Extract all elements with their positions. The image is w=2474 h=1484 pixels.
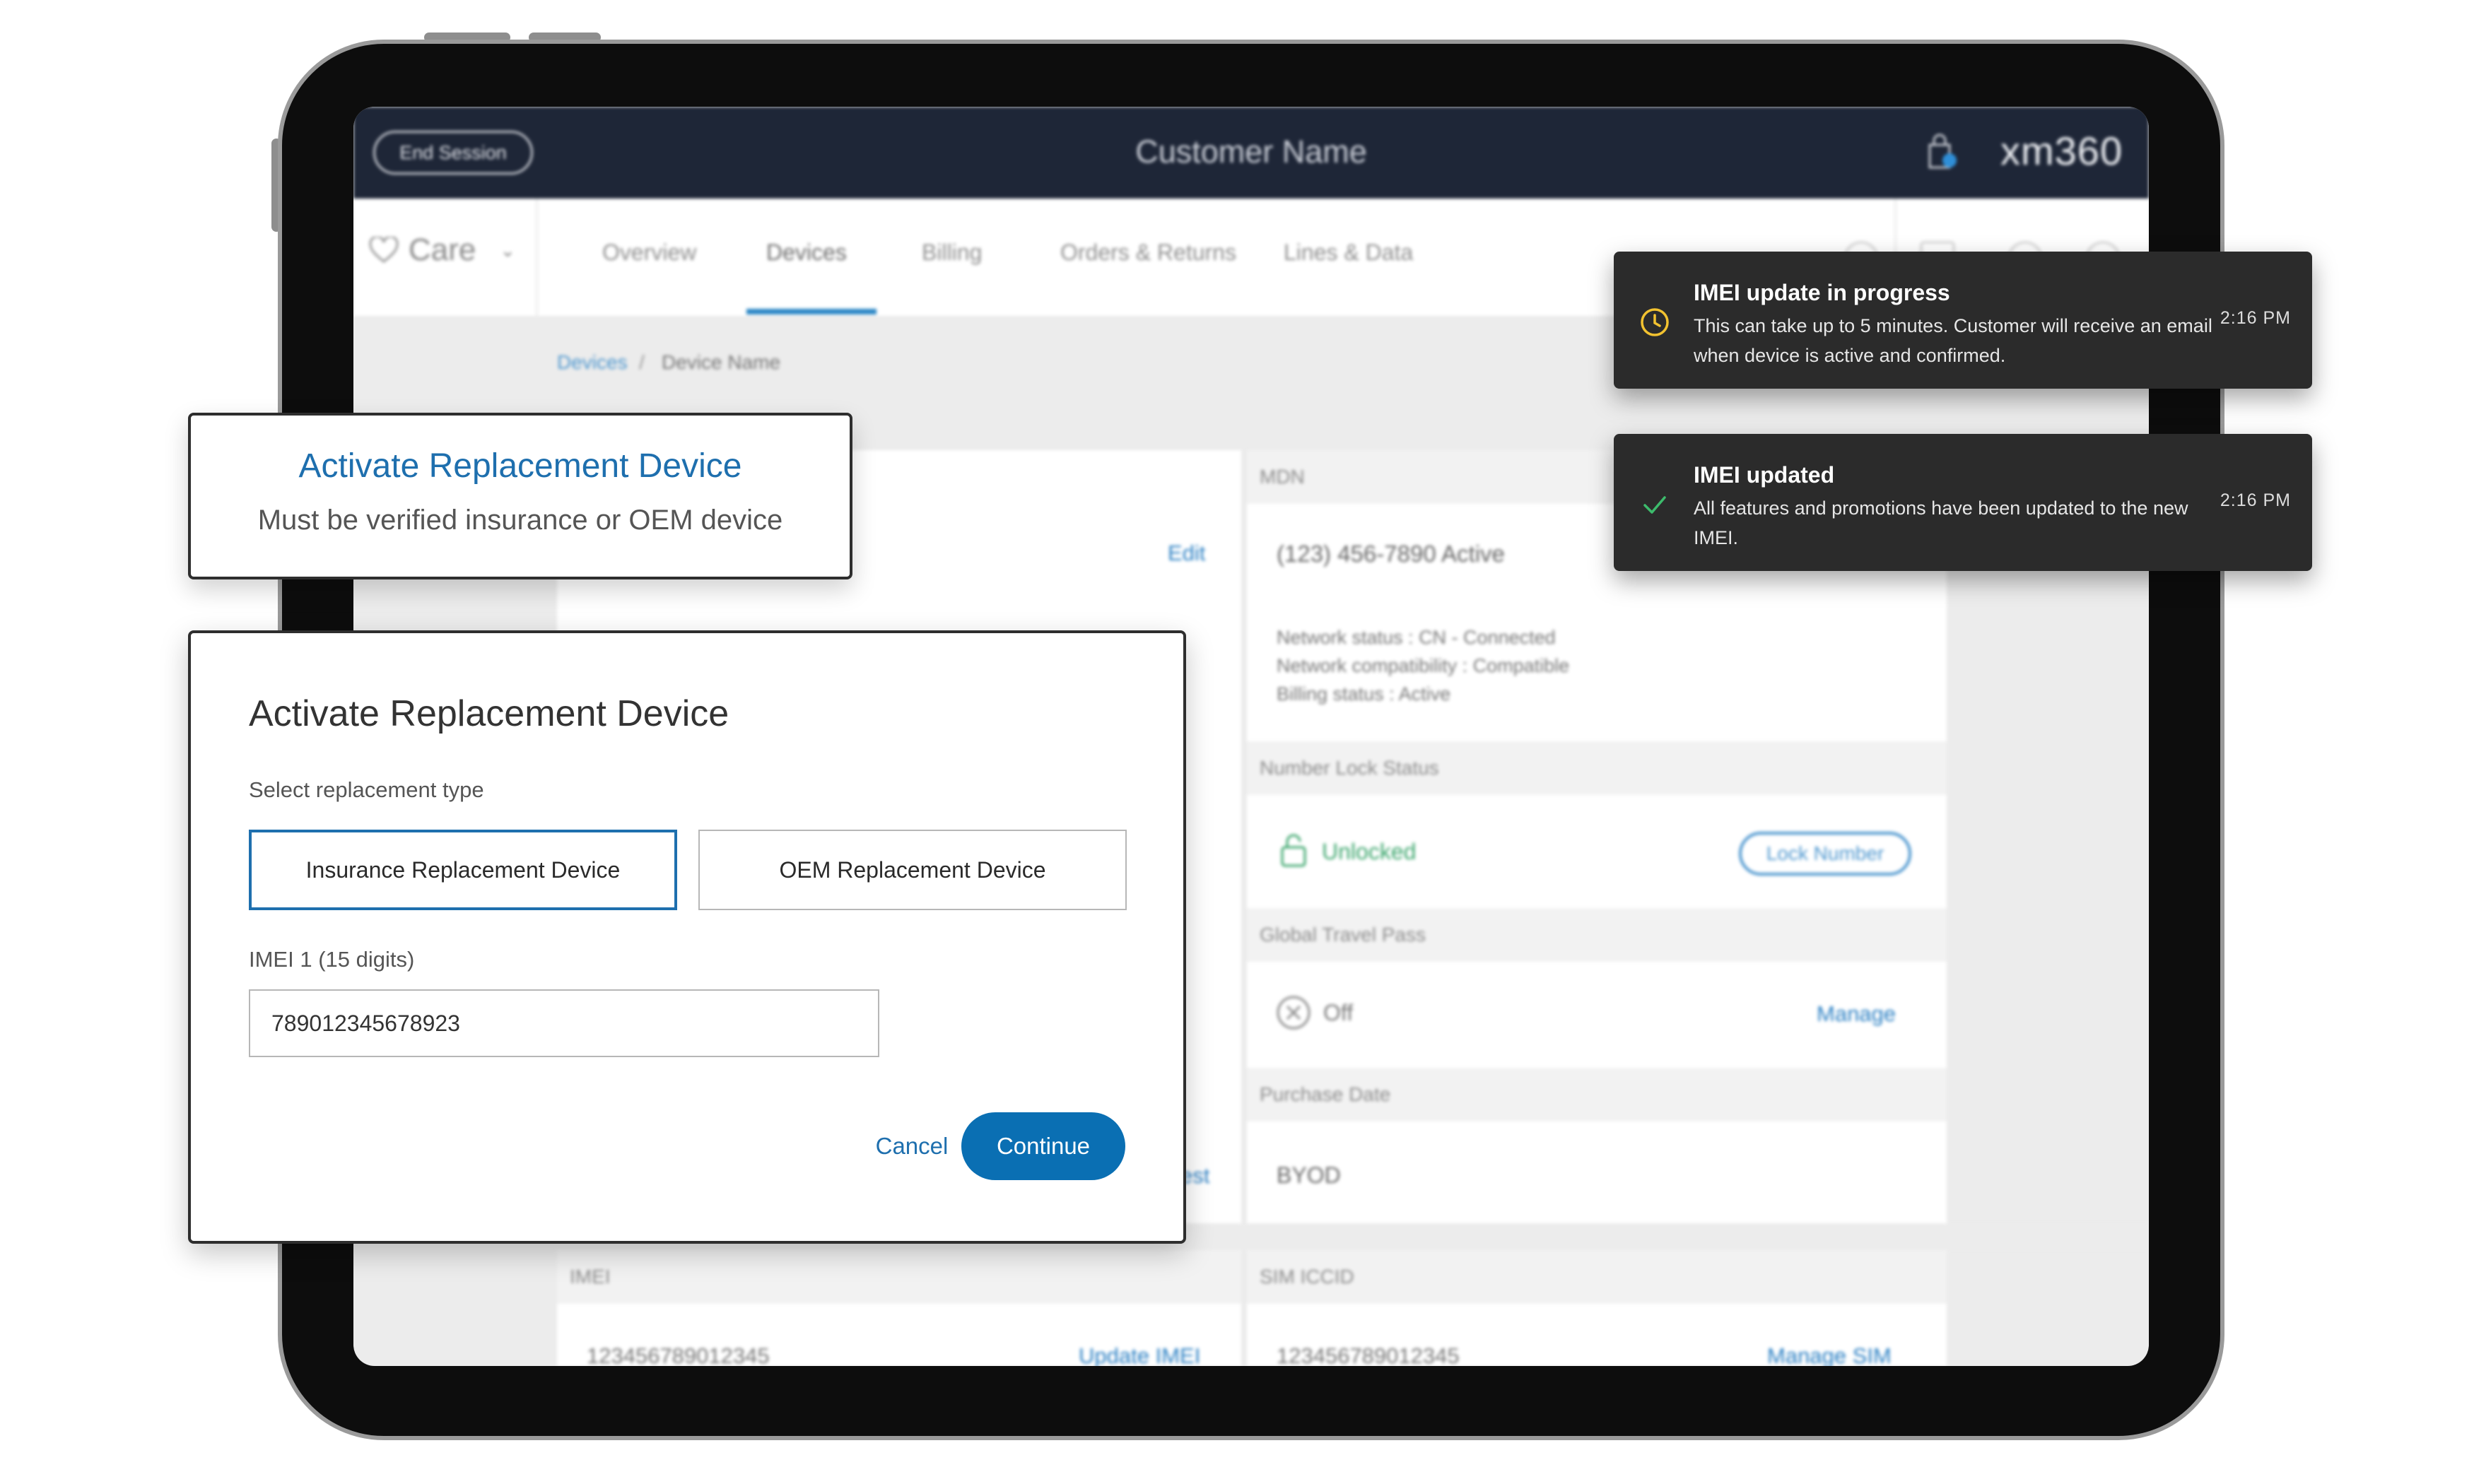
activate-replacement-modal: Activate Replacement Device Select repla… xyxy=(188,630,1186,1244)
chevron-down-icon: ⌄ xyxy=(500,239,516,261)
brand-logo: xm360 xyxy=(2000,129,2123,173)
tab-billing[interactable]: Billing xyxy=(922,240,982,266)
imei-input[interactable] xyxy=(249,989,879,1057)
tab-orders-returns[interactable]: Orders & Returns xyxy=(1060,240,1236,266)
billing-status: Billing status : Active xyxy=(1277,683,1451,705)
toast-body: This can take up to 5 minutes. Customer … xyxy=(1694,315,2212,366)
modal-title: Activate Replacement Device xyxy=(249,693,729,734)
sim-iccid-value: 123456789012345 xyxy=(1277,1343,1460,1366)
sim-iccid-header: SIM ICCID xyxy=(1247,1250,1947,1304)
toast-title: IMEI update in progress xyxy=(1694,280,1950,305)
number-lock-header: Number Lock Status xyxy=(1247,741,1947,795)
purchase-date-header: Purchase Date xyxy=(1247,1068,1947,1121)
stage: End Session Customer Name xm360 Care ⌄ O… xyxy=(0,0,2474,1484)
care-menu[interactable]: Care ⌄ xyxy=(369,232,515,268)
callout-title: Activate Replacement Device xyxy=(298,447,742,485)
unlock-icon xyxy=(1281,834,1306,867)
callout-card: Activate Replacement Device Must be veri… xyxy=(188,413,852,579)
check-icon xyxy=(1643,496,1666,514)
imei-value: 123456789012345 xyxy=(587,1343,770,1366)
toast-body: All features and promotions have been up… xyxy=(1694,497,2188,548)
continue-button[interactable]: Continue xyxy=(961,1112,1125,1180)
travel-pass-header: Global Travel Pass xyxy=(1247,908,1947,962)
lock-number-button[interactable]: Lock Number xyxy=(1739,832,1911,876)
manage-travel-pass-link[interactable]: Manage xyxy=(1817,1001,1896,1027)
imei-header: IMEI xyxy=(557,1250,1241,1304)
mdn-value: (123) 456-7890 Active xyxy=(1277,541,1505,567)
imei-field-label: IMEI 1 (15 digits) xyxy=(249,947,415,972)
update-imei-link[interactable]: Update IMEI xyxy=(1079,1343,1200,1366)
oem-replacement-option[interactable]: OEM Replacement Device xyxy=(698,830,1127,910)
lock-state: Unlocked xyxy=(1322,839,1417,864)
callout-subtitle: Must be verified insurance or OEM device xyxy=(257,505,783,536)
purchase-date-value: BYOD xyxy=(1277,1162,1341,1188)
tab-overview[interactable]: Overview xyxy=(602,240,696,266)
care-label: Care xyxy=(409,232,476,267)
off-circle-icon xyxy=(1277,996,1311,1030)
shopping-bag-icon[interactable] xyxy=(1925,134,1957,170)
toast-time: 2:16 PM xyxy=(2220,308,2291,328)
active-tab-indicator xyxy=(746,309,877,314)
tab-devices[interactable]: Devices xyxy=(766,240,847,266)
replacement-type-label: Select replacement type xyxy=(249,777,484,802)
toast-imei-in-progress: IMEI update in progress This can take up… xyxy=(1614,252,2312,389)
network-status: Network status : CN - Connected xyxy=(1277,627,1556,648)
network-compatibility: Network compatibility : Compatible xyxy=(1277,655,1570,676)
tab-lines-data[interactable]: Lines & Data xyxy=(1284,240,1413,266)
app-header: End Session Customer Name xm360 xyxy=(353,107,2149,199)
edit-link[interactable]: Edit xyxy=(1168,541,1205,566)
travel-pass-state: Off xyxy=(1323,1000,1354,1025)
cancel-button[interactable]: Cancel xyxy=(855,1122,968,1170)
breadcrumb-current: Device Name xyxy=(662,351,781,373)
customer-name: Customer Name xyxy=(1135,134,1367,170)
nav-divider xyxy=(536,199,538,316)
heart-icon xyxy=(369,237,399,263)
toast-imei-updated: IMEI updated All features and promotions… xyxy=(1614,434,2312,571)
breadcrumb-devices[interactable]: Devices xyxy=(557,351,628,374)
manage-sim-link[interactable]: Manage SIM xyxy=(1767,1343,1892,1366)
toast-time: 2:16 PM xyxy=(2220,490,2291,510)
toast-title: IMEI updated xyxy=(1694,462,1835,488)
insurance-replacement-option[interactable]: Insurance Replacement Device xyxy=(249,830,677,910)
clock-icon xyxy=(1641,308,1669,336)
breadcrumb-separator: / xyxy=(639,351,645,373)
